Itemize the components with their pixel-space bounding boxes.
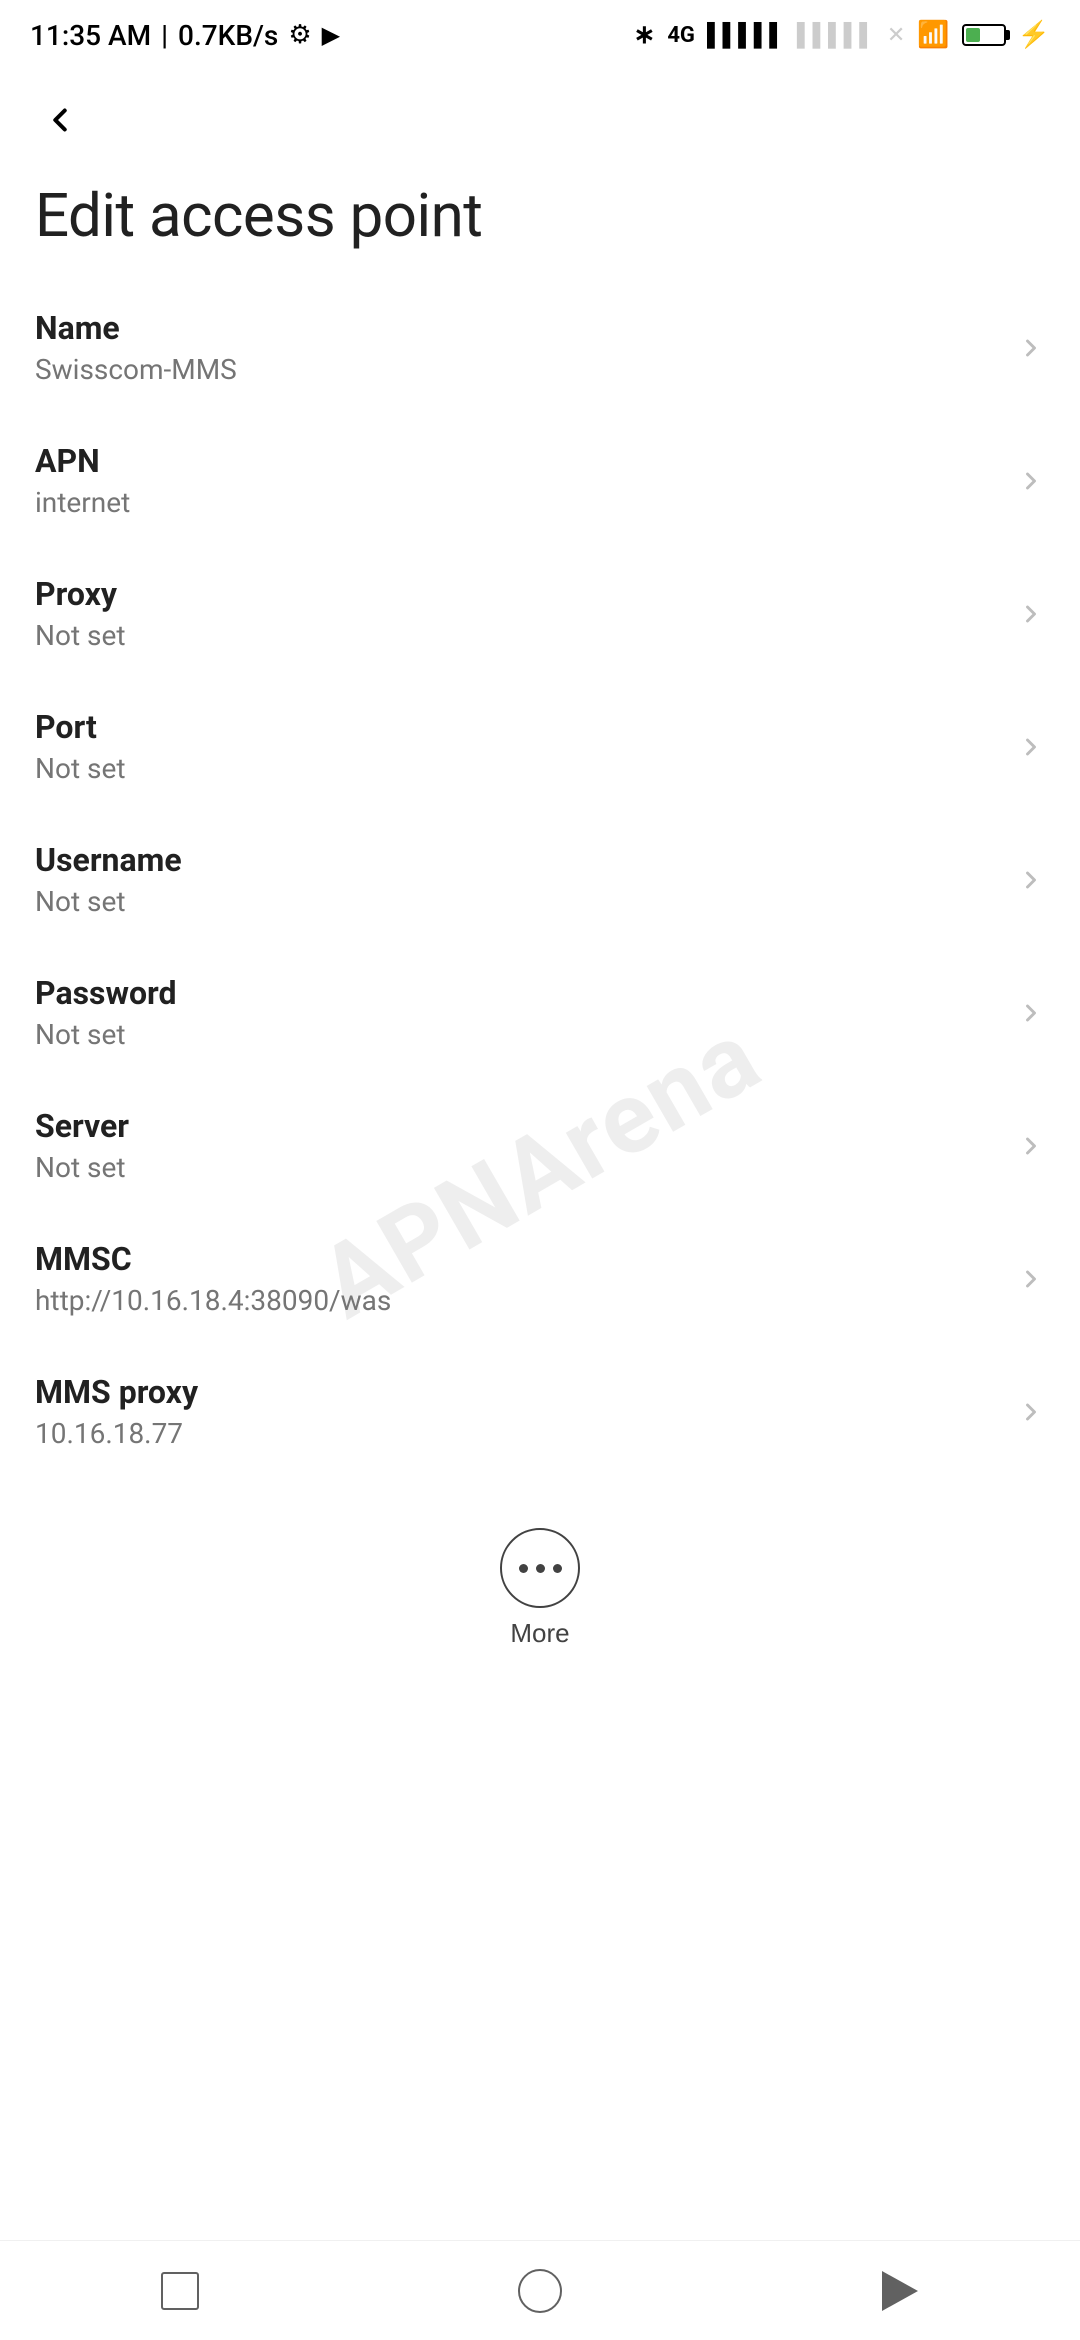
speed-display: 0.7KB/s <box>178 19 278 52</box>
settings-item-label: Server <box>35 1107 1017 1145</box>
chevron-right-icon <box>1017 467 1045 495</box>
chevron-right-icon <box>1017 866 1045 894</box>
settings-item-content: Server Not set <box>35 1107 1017 1184</box>
settings-item-apn[interactable]: APN internet <box>0 414 1080 547</box>
settings-item-password[interactable]: Password Not set <box>0 946 1080 1079</box>
page-title: Edit access point <box>0 160 1080 281</box>
settings-item-proxy[interactable]: Proxy Not set <box>0 547 1080 680</box>
signal-bars-icon: ▌▌▌▌▌ <box>707 22 785 48</box>
status-bar: 11:35 AM | 0.7KB/s ⚙ ▶ ∗ 4G ▌▌▌▌▌ ▌▌▌▌▌ … <box>0 0 1080 70</box>
settings-item-content: APN internet <box>35 442 1017 519</box>
settings-list: Name Swisscom-MMS APN internet Proxy Not… <box>0 281 1080 1478</box>
more-label: More <box>510 1618 569 1649</box>
settings-item-label: Name <box>35 309 1017 347</box>
home-icon <box>518 2269 562 2313</box>
chevron-right-icon <box>1017 334 1045 362</box>
back-nav-icon <box>882 2271 918 2311</box>
settings-item-content: Username Not set <box>35 841 1017 918</box>
settings-item-mmsc[interactable]: MMSC http://10.16.18.4:38090/was <box>0 1212 1080 1345</box>
settings-item-content: Name Swisscom-MMS <box>35 309 1017 386</box>
separator: | <box>161 19 168 52</box>
more-section: More <box>0 1478 1080 1679</box>
settings-item-value: Not set <box>35 885 1017 918</box>
settings-item-value: Swisscom-MMS <box>35 353 1017 386</box>
settings-item-value: Not set <box>35 752 1017 785</box>
chevron-right-icon <box>1017 600 1045 628</box>
settings-item-value: 10.16.18.77 <box>35 1417 1017 1450</box>
more-button[interactable]: More <box>470 1518 610 1659</box>
back-button[interactable] <box>35 95 85 145</box>
settings-item-label: APN <box>35 442 1017 480</box>
settings-item-username[interactable]: Username Not set <box>0 813 1080 946</box>
bluetooth-icon: ∗ <box>634 20 656 50</box>
settings-item-label: Password <box>35 974 1017 1012</box>
more-circle-icon <box>500 1528 580 1608</box>
settings-item-label: Proxy <box>35 575 1017 613</box>
settings-item-value: Not set <box>35 1018 1017 1051</box>
settings-icon: ⚙ <box>288 20 311 50</box>
signal-4g-icon: 4G <box>667 23 695 48</box>
settings-item-value: internet <box>35 486 1017 519</box>
recents-button[interactable] <box>150 2261 210 2321</box>
settings-item-value: Not set <box>35 619 1017 652</box>
settings-item-label: Username <box>35 841 1017 879</box>
settings-item-content: Port Not set <box>35 708 1017 785</box>
settings-item-port[interactable]: Port Not set <box>0 680 1080 813</box>
settings-item-value: http://10.16.18.4:38090/was <box>35 1284 1017 1317</box>
bottom-navigation <box>0 2240 1080 2340</box>
chevron-right-icon <box>1017 1265 1045 1293</box>
settings-item-label: MMS proxy <box>35 1373 1017 1411</box>
settings-item-content: Password Not set <box>35 974 1017 1051</box>
signal-bars2-icon: ▌▌▌▌▌ <box>797 22 875 48</box>
navigation-bar <box>0 80 1080 160</box>
wifi-icon: 📶 <box>917 20 949 50</box>
settings-item-value: Not set <box>35 1151 1017 1184</box>
settings-item-content: Proxy Not set <box>35 575 1017 652</box>
more-dots-icon <box>519 1564 562 1573</box>
video-icon: ▶ <box>322 21 340 49</box>
settings-item-label: Port <box>35 708 1017 746</box>
home-button[interactable] <box>510 2261 570 2321</box>
time-display: 11:35 AM <box>30 19 151 52</box>
settings-item-server[interactable]: Server Not set <box>0 1079 1080 1212</box>
battery-indicator <box>962 24 1006 46</box>
status-right: ∗ 4G ▌▌▌▌▌ ▌▌▌▌▌ ✕ 📶 ⚡ <box>634 20 1050 50</box>
no-signal-icon: ✕ <box>887 23 905 48</box>
settings-item-label: MMSC <box>35 1240 1017 1278</box>
settings-item-name[interactable]: Name Swisscom-MMS <box>0 281 1080 414</box>
settings-item-mms-proxy[interactable]: MMS proxy 10.16.18.77 <box>0 1345 1080 1478</box>
settings-item-content: MMSC http://10.16.18.4:38090/was <box>35 1240 1017 1317</box>
chevron-right-icon <box>1017 999 1045 1027</box>
chevron-right-icon <box>1017 1398 1045 1426</box>
status-left: 11:35 AM | 0.7KB/s ⚙ ▶ <box>30 19 340 52</box>
settings-item-content: MMS proxy 10.16.18.77 <box>35 1373 1017 1450</box>
charging-icon: ⚡ <box>1018 20 1050 50</box>
chevron-right-icon <box>1017 1132 1045 1160</box>
back-nav-button[interactable] <box>870 2261 930 2321</box>
chevron-right-icon <box>1017 733 1045 761</box>
recents-icon <box>161 2272 199 2310</box>
